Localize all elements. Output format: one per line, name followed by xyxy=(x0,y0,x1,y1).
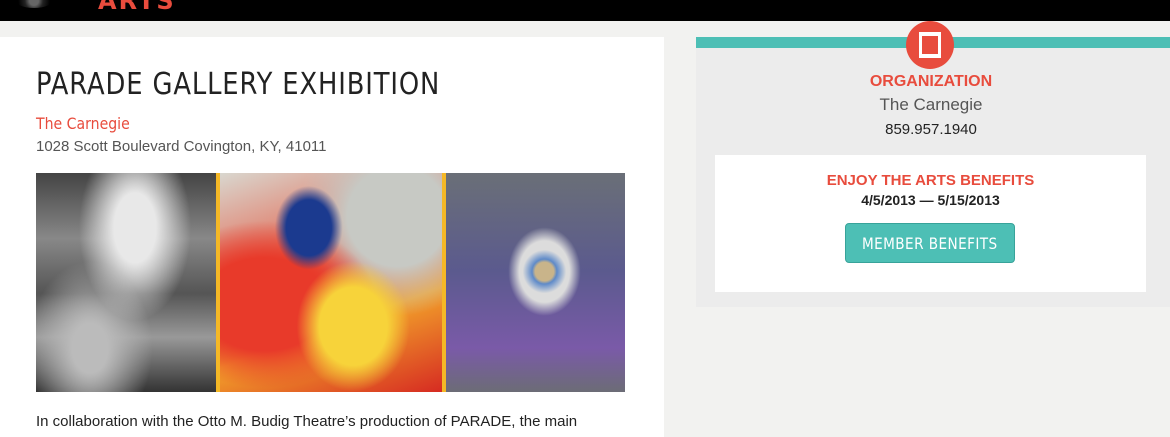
event-title: PARADE GALLERY EXHIBITION xyxy=(36,67,441,102)
frame-icon xyxy=(919,32,941,58)
event-image-ornament-artwork xyxy=(446,173,625,392)
benefits-dates: 4/5/2013 — 5/15/2013 xyxy=(861,192,1000,208)
benefits-title: ENJOY THE ARTS BENEFITS xyxy=(826,172,1035,189)
top-navigation-bar: ARTS xyxy=(0,0,1170,21)
member-benefits-button[interactable]: MEMBER BENEFITS xyxy=(845,223,1015,263)
organization-name: The Carnegie xyxy=(879,95,983,114)
event-description: In collaboration with the Otto M. Budig … xyxy=(36,413,578,430)
site-logo-text[interactable]: ARTS xyxy=(98,0,176,15)
event-image-photo-collage xyxy=(36,173,216,392)
organization-sidebar: ORGANIZATION The Carnegie 859.957.1940 E… xyxy=(696,21,1170,307)
venue-link[interactable]: The Carnegie xyxy=(36,114,130,133)
event-image-strip xyxy=(36,173,625,392)
event-image-abstract-painting xyxy=(220,173,442,392)
benefits-panel: ENJOY THE ARTS BENEFITS 4/5/2013 — 5/15/… xyxy=(715,155,1146,292)
organization-icon xyxy=(906,21,954,69)
organization-phone[interactable]: 859.957.1940 xyxy=(696,121,1166,138)
member-benefits-label: MEMBER BENEFITS xyxy=(862,233,998,253)
site-logo-icon[interactable] xyxy=(14,0,54,8)
venue-address: 1028 Scott Boulevard Covington, KY, 4101… xyxy=(36,138,327,155)
event-detail-card: PARADE GALLERY EXHIBITION The Carnegie 1… xyxy=(0,37,664,437)
organization-label: ORGANIZATION xyxy=(869,73,993,90)
